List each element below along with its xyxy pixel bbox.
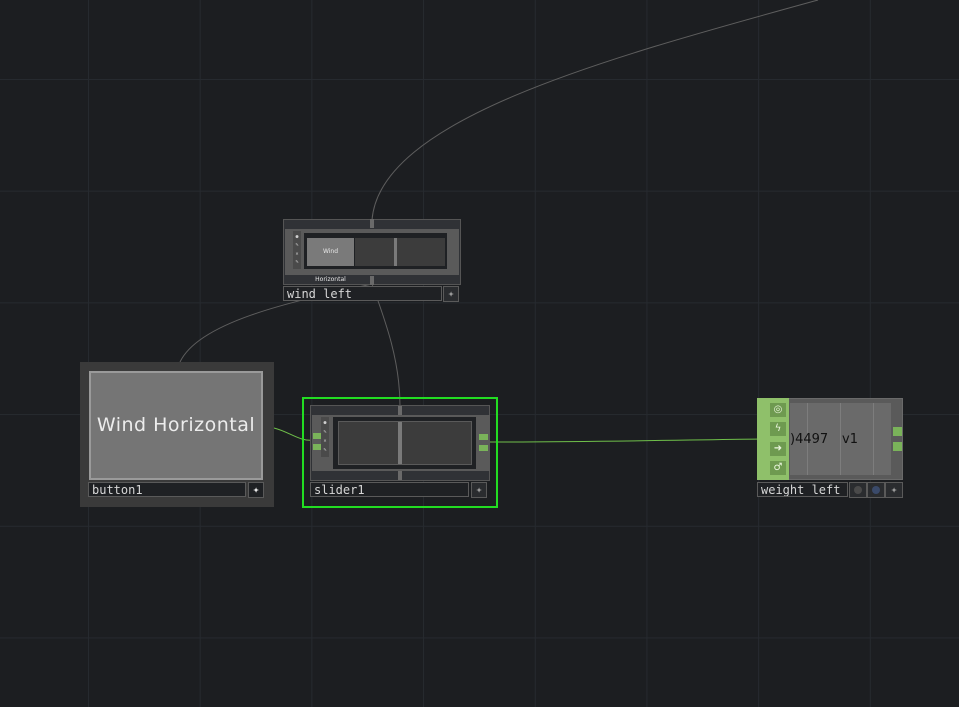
slider1-left-input-b[interactable] xyxy=(313,444,321,450)
wind-left-input-connector[interactable] xyxy=(370,219,374,228)
wind-left-slider-handle xyxy=(394,238,397,266)
close-icon[interactable]: ✕ xyxy=(295,251,298,257)
weight-left-icon-column: ◎ ϟ ➜ ♂ xyxy=(767,398,789,480)
wind-left-button-preview: Wind Horizontal xyxy=(307,238,354,283)
viewer-icon[interactable]: ● xyxy=(323,421,326,426)
slider1-name[interactable]: slider1 xyxy=(310,482,469,497)
weight-left-out-b[interactable] xyxy=(893,442,902,451)
wire-top-to-wind-left[interactable] xyxy=(371,0,819,221)
weight-left-value: )4497 xyxy=(790,432,829,447)
target-icon[interactable]: ◎ xyxy=(770,403,786,418)
edit-icon[interactable]: ✎ xyxy=(295,243,298,248)
lightning-icon[interactable]: ϟ xyxy=(770,422,786,437)
wind-left-flag-icon[interactable]: ✦ xyxy=(443,286,459,302)
slider1-side-icons: ● ✎ ✕ ✎ xyxy=(321,417,329,457)
weight-left-out-a[interactable] xyxy=(893,427,902,436)
slider1-input-connector[interactable] xyxy=(398,406,402,415)
viewer-icon[interactable]: ● xyxy=(295,234,298,240)
pin-icon[interactable]: ✎ xyxy=(323,448,326,453)
node-weight-left[interactable]: ◎ ϟ ➜ ♂ )4497 v1 weight_left ✦ xyxy=(757,398,903,500)
slider1-handle[interactable] xyxy=(398,422,402,464)
slider1-track[interactable] xyxy=(338,421,472,465)
slider1-out-b[interactable] xyxy=(479,445,488,451)
button1-preview[interactable]: Wind Horizontal xyxy=(89,371,263,480)
node-wind-left[interactable]: ● ✎ ✕ ✎ Wind Horizontal wind_left ✦ xyxy=(283,219,461,305)
node-slider1[interactable]: ● ✎ ✕ ✎ slider1 ✦ xyxy=(302,397,498,508)
arrow-right-icon[interactable]: ➜ xyxy=(770,441,786,456)
wind-left-name[interactable]: wind_left xyxy=(283,286,442,301)
weight-left-display-flag-icon[interactable] xyxy=(867,482,885,498)
wind-left-slider-preview xyxy=(355,238,445,266)
slider1-flag-icon[interactable]: ✦ xyxy=(471,482,487,498)
weight-left-col-line-3 xyxy=(873,403,874,475)
pin-icon[interactable]: ♂ xyxy=(770,460,786,475)
edit-icon[interactable]: ✎ xyxy=(323,430,326,435)
slider1-output-connector[interactable] xyxy=(398,471,402,480)
weight-left-viewer-flag-icon[interactable] xyxy=(849,482,867,498)
wind-left-side-icons: ● ✎ ✕ ✎ xyxy=(293,231,301,269)
weight-left-input-connector[interactable] xyxy=(757,398,767,480)
weight-left-col-line-2 xyxy=(840,403,841,475)
node-button1[interactable]: Wind Horizontal button1 ✦ xyxy=(80,362,274,507)
weight-left-channel: v1 xyxy=(842,432,858,447)
slider1-out-a[interactable] xyxy=(479,434,488,440)
wires-layer xyxy=(179,0,819,443)
slider1-left-input-a[interactable] xyxy=(313,433,321,439)
pin-icon[interactable]: ✎ xyxy=(295,260,298,265)
wire-slider1-to-weight-left[interactable] xyxy=(487,438,763,443)
button1-name[interactable]: button1 xyxy=(88,482,246,497)
close-icon[interactable]: ✕ xyxy=(323,439,326,444)
weight-left-viewer: )4497 v1 xyxy=(790,403,891,475)
weight-left-flag-icon[interactable]: ✦ xyxy=(885,482,903,498)
button1-label: Wind Horizontal xyxy=(96,414,256,436)
button1-flag-icon[interactable]: ✦ xyxy=(248,482,264,498)
weight-left-name[interactable]: weight_left xyxy=(757,482,848,497)
wind-left-output-connector[interactable] xyxy=(370,276,374,285)
